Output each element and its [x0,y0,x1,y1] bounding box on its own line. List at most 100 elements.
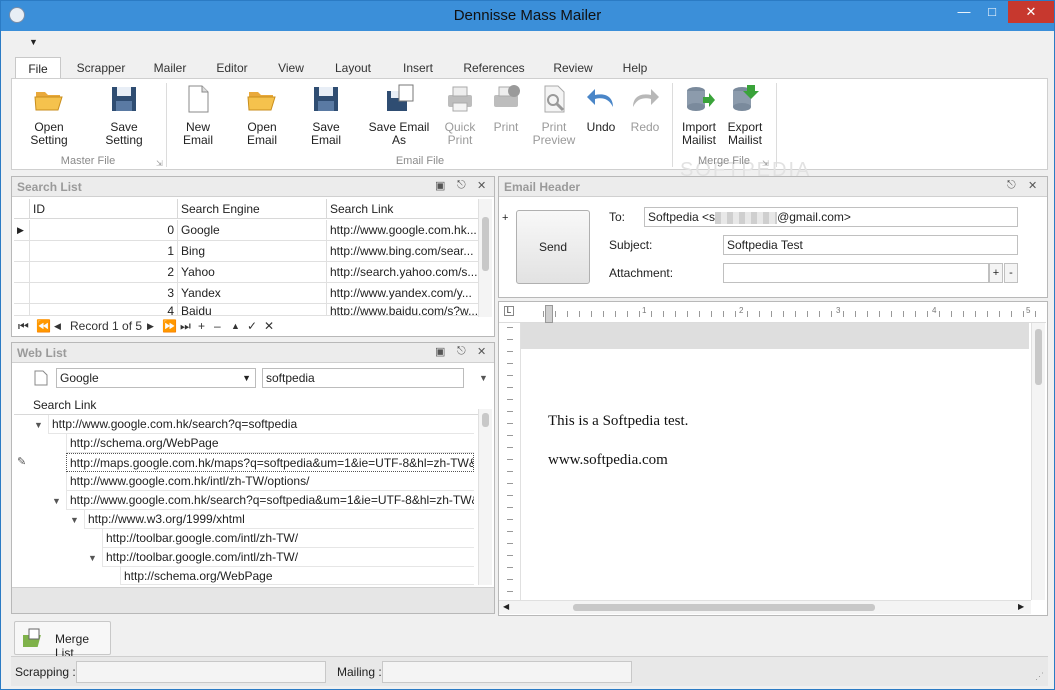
open-email-button[interactable]: Open Email [232,83,292,147]
delete-record-icon[interactable]: – [214,319,221,333]
close-panel-icon[interactable]: ✕ [477,345,486,358]
to-field[interactable]: Softpedia <s @gmail.com> [644,207,1018,227]
pin-icon[interactable]: ⎋ [457,345,466,358]
scroll-right-icon[interactable]: ▶ [1018,602,1024,611]
editor-horizontal-scrollbar[interactable]: ◀ ▶ [499,600,1031,614]
document-line[interactable]: This is a Softpedia test. [548,413,688,430]
cell-link[interactable]: http://search.yahoo.com/s... [327,262,478,283]
redo-button[interactable]: Redo [626,83,664,134]
cell-engine[interactable]: Baidu [178,304,327,315]
merge-file-launcher-icon[interactable]: ⇲ [762,159,769,168]
attachment-field[interactable] [723,263,989,283]
cell-link[interactable]: http://www.yandex.com/y... [327,283,478,304]
web-list-vertical-scrollbar[interactable] [478,409,492,585]
subject-field[interactable]: Softpedia Test [723,235,1018,255]
next-page-icon[interactable]: ⏩ [162,319,177,333]
table-row[interactable]: 1 Bing http://www.bing.com/sear... [14,241,478,262]
quick-access-dropdown-icon[interactable]: ▼ [29,37,38,47]
cancel-edit-icon[interactable]: ✕ [264,319,274,333]
indent-marker[interactable] [545,305,553,323]
horizontal-ruler[interactable]: L 1 2 3 4 5 [499,303,1046,323]
tab-editor[interactable]: Editor [209,57,255,79]
column-header-id[interactable]: ID [30,199,178,219]
scrollbar-thumb[interactable] [482,413,489,427]
search-list-vertical-scrollbar[interactable] [478,199,492,317]
toolbar-overflow-icon[interactable]: ▼ [479,373,488,383]
cell-engine[interactable]: Google [178,220,327,241]
scroll-left-icon[interactable]: ◀ [503,602,509,611]
document-page[interactable]: This is a Softpedia test. www.softpedia.… [521,323,1031,601]
window-position-icon[interactable]: ▣ [435,345,445,358]
edit-record-icon[interactable]: ▲ [231,321,240,331]
tree-node[interactable]: http://maps.google.com.hk/maps?q=softped… [66,453,474,472]
cell-id[interactable]: 0 [30,220,178,241]
pin-icon[interactable]: ⎋ [457,179,466,192]
tree-node[interactable]: http://www.w3.org/1999/xhtml [84,510,474,529]
tree-node[interactable]: http://www.google.com.hk/intl/zh-TW/opti… [66,472,474,491]
maximize-button[interactable]: □ [977,1,1007,23]
collapse-icon[interactable]: ▼ [34,420,43,430]
tree-node[interactable]: http://schema.org/WebPage [120,567,474,585]
append-record-icon[interactable]: + [198,319,205,333]
collapse-icon[interactable]: ▼ [52,496,61,506]
new-email-button[interactable]: New Email [170,83,226,147]
scrollbar-thumb[interactable] [1035,329,1042,385]
table-row[interactable]: 3 Yandex http://www.yandex.com/y... [14,283,478,304]
tree-node[interactable]: http://toolbar.google.com/intl/zh-TW/ [102,548,474,567]
previous-record-icon[interactable]: ◀ [54,321,61,332]
save-setting-button[interactable]: Save Setting [90,83,158,147]
tab-references[interactable]: References [459,57,529,79]
window-position-icon[interactable]: ▣ [435,179,445,192]
document-icon[interactable] [34,370,48,386]
cell-engine[interactable]: Yahoo [178,262,327,283]
column-header-search-link[interactable]: Search Link [30,395,478,415]
next-record-icon[interactable]: ▶ [147,321,154,332]
tree-node[interactable]: http://www.google.com.hk/search?q=softpe… [66,491,474,510]
table-row[interactable]: ▶ 0 Google http://www.google.com.hk... [14,220,478,241]
print-preview-button[interactable]: Print Preview [532,83,576,147]
keyword-input[interactable]: softpedia [262,368,464,388]
close-panel-icon[interactable]: ✕ [477,179,486,192]
cell-id[interactable]: 2 [30,262,178,283]
tree-node[interactable]: http://toolbar.google.com/intl/zh-TW/ [102,529,474,548]
column-header-search-engine[interactable]: Search Engine [178,199,327,219]
save-email-as-button[interactable]: Save Email As [362,83,436,147]
tab-insert[interactable]: Insert [395,57,441,79]
minimize-button[interactable]: — [949,1,979,23]
master-file-launcher-icon[interactable]: ⇲ [156,159,163,168]
cell-id[interactable]: 4 [30,304,178,315]
editor-vertical-scrollbar[interactable] [1031,323,1045,600]
scrollbar-thumb[interactable] [482,217,489,271]
undo-button[interactable]: Undo [582,83,620,134]
cell-id[interactable]: 3 [30,283,178,304]
collapse-icon[interactable]: ▼ [70,515,79,525]
tree-node[interactable]: http://www.google.com.hk/search?q=softpe… [48,415,474,434]
cell-engine[interactable]: Bing [178,241,327,262]
expand-icon[interactable]: + [502,212,508,224]
tab-stop-selector-icon[interactable]: L [504,306,514,316]
cell-link[interactable]: http://www.google.com.hk... [327,220,478,241]
table-row[interactable]: 2 Yahoo http://search.yahoo.com/s... [14,262,478,283]
table-row[interactable]: 4 Baidu http://www.baidu.com/s?w... [14,304,478,316]
tree-node[interactable]: http://schema.org/WebPage [66,434,474,453]
print-button[interactable]: Print [486,83,526,134]
add-attachment-button[interactable]: + [989,263,1003,283]
export-mailist-button[interactable]: Export Mailist [722,83,768,147]
save-email-button[interactable]: Save Email [298,83,354,147]
first-record-icon[interactable]: ⏮ [18,319,29,334]
tab-review[interactable]: Review [549,57,597,79]
remove-attachment-button[interactable]: - [1004,263,1018,283]
document-line[interactable]: www.softpedia.com [548,452,668,469]
column-header-search-link[interactable]: Search Link [327,199,478,219]
close-panel-icon[interactable]: ✕ [1028,179,1037,192]
previous-page-icon[interactable]: ⏪ [36,319,51,333]
tab-view[interactable]: View [273,57,309,79]
quick-print-button[interactable]: Quick Print [440,83,480,147]
merge-list-tab[interactable]: Merge List [14,621,111,660]
cell-id[interactable]: 1 [30,241,178,262]
search-engine-select[interactable]: Google ▼ [56,368,256,388]
last-record-icon[interactable]: ⏭ [180,319,191,334]
close-button[interactable]: ✕ [1008,1,1054,23]
resize-grip-icon[interactable]: ⋰ [1035,671,1044,682]
open-setting-button[interactable]: Open Setting [16,83,82,147]
